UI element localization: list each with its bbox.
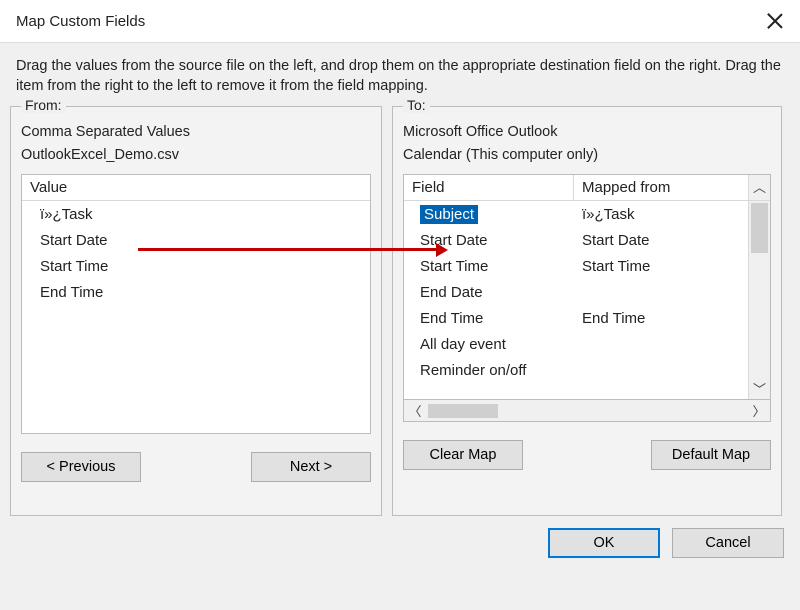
previous-button[interactable]: < Previous <box>21 452 141 482</box>
from-label: From: <box>21 97 66 113</box>
to-field[interactable]: Reminder on/off <box>404 358 574 383</box>
instructions-text: Drag the values from the source file on … <box>10 55 790 106</box>
from-header-value[interactable]: Value <box>22 175 370 200</box>
to-mapped: ï»¿Task <box>574 202 748 227</box>
from-item[interactable]: End Time <box>22 280 111 305</box>
next-button[interactable]: Next > <box>251 452 371 482</box>
from-file: OutlookExcel_Demo.csv <box>21 144 371 166</box>
chevron-up-icon: ︿ <box>753 181 766 194</box>
scroll-down-button[interactable]: ﹀ <box>749 379 770 399</box>
from-panel: From: Comma Separated Values OutlookExce… <box>10 106 382 516</box>
chevron-left-icon: 〈 <box>408 404 421 419</box>
scroll-right-button[interactable]: 〉 <box>748 401 770 420</box>
to-field[interactable]: Start Time <box>404 254 574 279</box>
to-field[interactable]: Subject <box>404 202 574 227</box>
ok-button[interactable]: OK <box>548 528 660 558</box>
dialog-title: Map Custom Fields <box>16 13 145 30</box>
vertical-scrollbar[interactable]: ﹀ <box>748 201 770 399</box>
to-field[interactable]: End Date <box>404 280 574 305</box>
to-app: Microsoft Office Outlook <box>403 121 771 143</box>
to-field[interactable]: End Time <box>404 306 574 331</box>
from-item[interactable]: Start Time <box>22 254 116 279</box>
hscroll-thumb[interactable] <box>428 404 498 418</box>
from-item[interactable]: Start Date <box>22 228 116 253</box>
to-mapped: Start Date <box>574 228 748 253</box>
cancel-button[interactable]: Cancel <box>672 528 784 558</box>
to-label: To: <box>403 97 430 113</box>
annotation-arrow-head <box>436 243 448 257</box>
chevron-down-icon: ﹀ <box>753 383 766 396</box>
to-panel: To: Microsoft Office Outlook Calendar (T… <box>392 106 782 516</box>
from-item[interactable]: ï»¿Task <box>22 202 101 227</box>
chevron-right-icon: 〉 <box>752 404 765 419</box>
to-header-mapped[interactable]: Mapped from <box>574 175 748 200</box>
scroll-thumb[interactable] <box>751 203 768 253</box>
from-listbox[interactable]: Value ï»¿Task Start Date Start Time End … <box>21 174 371 434</box>
default-map-button[interactable]: Default Map <box>651 440 771 470</box>
from-format: Comma Separated Values <box>21 121 371 143</box>
close-icon[interactable] <box>766 12 784 30</box>
to-mapped: Start Time <box>574 254 748 279</box>
to-listbox[interactable]: Field Mapped from ︿ Subjectï»¿Task Start… <box>403 174 771 400</box>
scroll-up-button[interactable]: ︿ <box>748 175 770 200</box>
horizontal-scrollbar[interactable]: 〈 〉 <box>403 400 771 422</box>
to-folder: Calendar (This computer only) <box>403 144 771 166</box>
annotation-arrow <box>138 248 438 251</box>
to-mapped <box>574 288 748 296</box>
to-header-field[interactable]: Field <box>404 175 574 200</box>
to-mapped: End Time <box>574 306 748 331</box>
scroll-left-button[interactable]: 〈 <box>404 401 426 420</box>
to-mapped <box>574 366 748 374</box>
clear-map-button[interactable]: Clear Map <box>403 440 523 470</box>
to-field[interactable]: All day event <box>404 332 574 357</box>
to-mapped <box>574 340 748 348</box>
